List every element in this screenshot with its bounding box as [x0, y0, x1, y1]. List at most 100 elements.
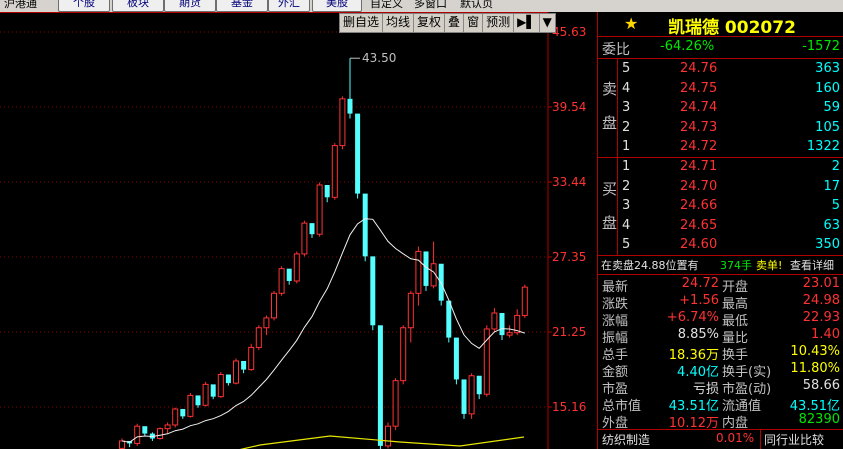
weibi-diff: -1572	[802, 39, 840, 54]
tab-funds[interactable]: 基金	[216, 0, 268, 12]
order-price: 24.66	[680, 198, 718, 214]
order-volume: 1322	[806, 139, 840, 155]
buy-order-row[interactable]: 5 24.60 350	[598, 236, 843, 255]
stat-value: 10.43%	[790, 344, 840, 359]
candle-body	[187, 394, 194, 417]
buy-order-row[interactable]: 1 24.71 2	[598, 158, 843, 177]
order-level: 3	[622, 198, 631, 214]
stat-value: 8.85%	[677, 327, 719, 342]
quote-panel: ★ 凯瑞德 002072 委比 -64.26% -1572 卖 盘 5 24.76…	[597, 12, 843, 449]
stat-row: 总手 18.36万 换手 10.43%	[598, 344, 843, 363]
tab-sectors[interactable]: 板块	[112, 0, 164, 12]
industry-name[interactable]: 纺织制造	[602, 431, 650, 448]
sell-order-row[interactable]: 3 24.74 59	[598, 99, 843, 118]
weibi-row: 委比 -64.26% -1572	[598, 38, 843, 58]
stock-title: ★ 凯瑞德 002072	[598, 12, 843, 38]
order-volume: 5	[831, 198, 840, 214]
candle-body	[491, 312, 498, 330]
buy-order-row[interactable]: 2 24.70 17	[598, 178, 843, 197]
sell-order-row[interactable]: 2 24.73 105	[598, 119, 843, 138]
candle-body	[271, 292, 277, 319]
tab-us-stocks[interactable]: 美股	[312, 0, 362, 12]
stat-value: 58.66	[802, 378, 840, 393]
sell-order-row[interactable]: 4 24.75 160	[598, 80, 843, 99]
candle-body	[248, 346, 255, 371]
candle-body	[407, 292, 414, 329]
candle-body	[286, 268, 292, 281]
candle-body	[210, 384, 216, 397]
candle-body	[233, 360, 239, 384]
stat-value: +1.56	[679, 293, 719, 308]
industry-row: 纺织制造 0.01% 同行业比较	[598, 430, 843, 449]
order-level: 5	[622, 61, 631, 76]
stat-row: 涨幅 +6.74% 最低 22.93	[598, 310, 843, 329]
candle-body	[316, 184, 323, 235]
star-icon[interactable]: ★	[624, 14, 638, 33]
order-level: 4	[622, 217, 631, 233]
candle-body	[263, 317, 270, 329]
candle-body	[202, 383, 209, 406]
order-price: 24.65	[680, 217, 718, 233]
stat-row: 总市值 43.51亿 流通值 43.51亿	[598, 395, 843, 414]
window-button[interactable]: 窗	[464, 14, 484, 32]
candle-body	[521, 286, 528, 316]
order-price: 24.71	[680, 159, 718, 174]
candle-body	[377, 325, 383, 446]
candle-body	[119, 440, 125, 449]
large-order-notice[interactable]: 在卖盘24.88位置有 374手 卖单! 查看详细	[598, 256, 843, 275]
menu-custom[interactable]: 自定义	[370, 0, 403, 11]
candle-body	[362, 193, 368, 257]
stat-value: 22.93	[802, 310, 840, 325]
stat-row: 最新 24.72 开盘 23.01	[598, 276, 843, 295]
candle-body	[331, 145, 338, 198]
ma-button[interactable]: 均线	[383, 14, 415, 32]
notice-detail-link[interactable]: 查看详细	[790, 257, 834, 273]
stat-value: 24.98	[802, 293, 840, 308]
candle-body	[172, 408, 179, 426]
price-tick-label: 15.16	[552, 400, 586, 414]
tab-futures[interactable]: 期货	[164, 0, 216, 12]
order-price: 24.60	[680, 237, 718, 253]
industry-compare-button[interactable]: 同行业比较	[764, 431, 824, 448]
remove-watchlist-button[interactable]: 删自选	[340, 14, 384, 32]
buy-order-row[interactable]: 3 24.66 5	[598, 197, 843, 216]
weibi-pct: -64.26%	[660, 39, 715, 54]
order-level: 1	[622, 139, 631, 155]
order-price: 24.74	[680, 100, 718, 116]
order-volume: 2	[831, 159, 840, 174]
candlestick-chart[interactable]: 45.63 39.54 33.44 27.35 21.25 15.16 43.50	[0, 12, 597, 449]
dropdown-icon[interactable]: ▼	[540, 14, 555, 32]
overlay-button[interactable]: 叠	[445, 14, 465, 32]
stock-name: 凯瑞德	[668, 18, 719, 38]
price-tick-label: 39.54	[552, 100, 586, 114]
stat-value: 82390	[798, 412, 840, 427]
candle-body	[164, 424, 171, 430]
menu-multi-window[interactable]: 多窗口	[414, 0, 447, 11]
divider	[760, 430, 761, 449]
order-level: 1	[622, 159, 631, 174]
price-tick-label: 27.35	[552, 250, 586, 264]
candle-body	[195, 395, 201, 406]
candle-body	[385, 425, 391, 447]
candle-body	[476, 375, 482, 395]
menu-default-page[interactable]: 默认页	[460, 0, 493, 11]
order-price: 24.73	[680, 119, 718, 135]
hk-connect-label[interactable]: 沪港通	[4, 0, 37, 11]
candle-body	[225, 374, 231, 384]
stock-code: 002072	[724, 18, 796, 38]
candle-body	[301, 222, 308, 255]
notice-text: 在卖盘24.88位置有	[601, 259, 699, 272]
sell-order-row[interactable]: 5 24.76 363	[598, 60, 843, 79]
buy-order-row[interactable]: 4 24.65 63	[598, 217, 843, 236]
notice-volume: 374手	[720, 259, 752, 272]
sell-order-row[interactable]: 1 24.72 1322	[598, 138, 843, 157]
divider	[598, 36, 843, 37]
candle-body	[400, 327, 407, 382]
order-price: 24.76	[680, 61, 718, 76]
stat-value: 11.80%	[790, 361, 840, 376]
panel-toggle-icon[interactable]: ▶▌	[514, 14, 540, 32]
adjust-button[interactable]: 复权	[414, 14, 446, 32]
tab-forex[interactable]: 外汇	[268, 0, 310, 12]
forecast-button[interactable]: 预测	[483, 14, 515, 32]
tab-stocks[interactable]: 个股	[58, 0, 110, 12]
